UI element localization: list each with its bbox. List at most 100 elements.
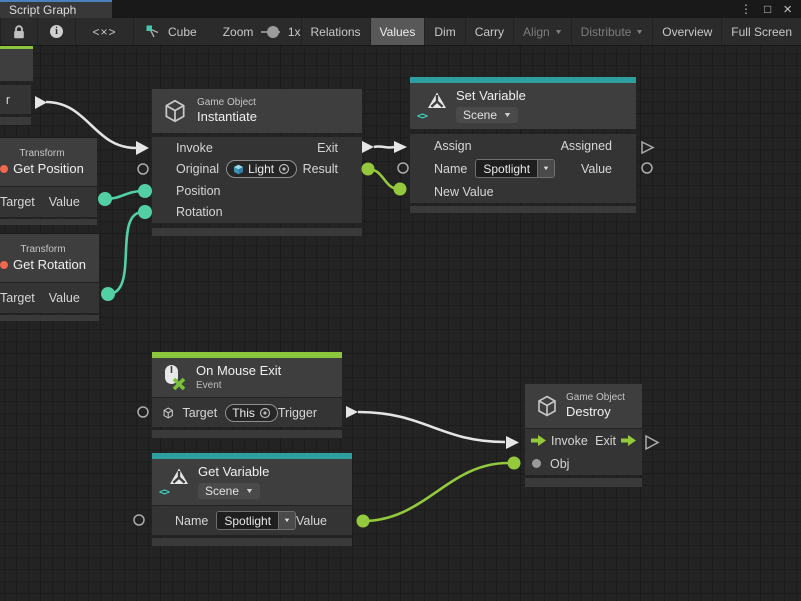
port-instantiate-position-in[interactable] — [138, 184, 152, 198]
object-picker-icon[interactable] — [259, 407, 271, 419]
port-destroy-exit-out[interactable] — [646, 436, 658, 449]
full-screen-button[interactable]: Full Screen — [722, 18, 801, 45]
port-instantiate-original-in[interactable] — [138, 164, 148, 174]
mouse-exit-icon — [160, 364, 187, 391]
port-getrotation-value-out[interactable] — [101, 287, 115, 301]
target-object-field[interactable]: This — [225, 404, 278, 422]
port-setvariable-assigned-out[interactable] — [642, 142, 653, 153]
port-label-result: Result — [303, 162, 338, 176]
original-object-field[interactable]: Light — [226, 160, 297, 178]
node-title: Get Rotation — [13, 257, 86, 273]
port-mouseexit-target-in[interactable] — [138, 407, 148, 417]
port-instantiate-exit-out[interactable] — [362, 141, 374, 153]
zoom-label: Zoom — [223, 25, 254, 39]
node-get-position[interactable]: Transform Get Position Target Value — [0, 138, 97, 225]
wire-getrotation-value-to-instantiate-rotation[interactable] — [108, 212, 143, 294]
port-instantiate-invoke-in[interactable] — [136, 141, 149, 155]
window-menu-icon[interactable]: ⋮ — [740, 3, 752, 15]
wire-instantiate-exit-to-setvariable-assign[interactable] — [374, 146, 394, 147]
node-footer — [0, 117, 31, 125]
node-title: Instantiate — [197, 109, 257, 125]
port-label-target: Target — [0, 291, 35, 305]
node-get-variable[interactable]: <> Get Variable Scene ▼ Name Spotlight ▼… — [152, 453, 352, 546]
node-instantiate[interactable]: Game Object Instantiate Invoke Exit Orig… — [152, 89, 362, 236]
lock-button[interactable] — [0, 18, 38, 45]
chevron-down-icon: ▼ — [503, 112, 512, 119]
port-label-position: Position — [176, 184, 220, 198]
node-title: On Mouse Exit — [196, 363, 281, 379]
variable-name-dropdown[interactable]: Spotlight ▼ — [475, 159, 555, 178]
port-label-name: Name — [175, 514, 208, 528]
tab-script-graph[interactable]: Script Graph — [0, 0, 112, 18]
code-view-button[interactable]: <×> — [76, 18, 134, 45]
port-getvariable-value-out[interactable] — [357, 515, 370, 528]
wire-instantiate-result-to-setvariable-newvalue[interactable] — [368, 169, 399, 189]
object-picker-icon[interactable] — [278, 163, 290, 175]
close-icon[interactable]: × — [783, 2, 792, 17]
node-footer — [152, 430, 342, 438]
node-title: Destroy — [566, 404, 625, 420]
port-setvariable-newvalue-in[interactable] — [394, 183, 407, 196]
port-instantiate-result-out[interactable] — [362, 163, 375, 176]
node-set-variable[interactable]: <> Set Variable Scene ▼ Assign Assigned … — [410, 77, 636, 213]
tab-title: Script Graph — [9, 3, 76, 17]
wire-getposition-value-to-instantiate-position[interactable] — [105, 191, 143, 199]
port-getvariable-name-in[interactable] — [134, 515, 144, 525]
port-label-value: Value — [49, 291, 80, 305]
node-title: Set Variable — [456, 88, 526, 104]
port-destroy-obj-in[interactable] — [508, 457, 521, 470]
port-destroy-invoke-in[interactable] — [506, 436, 519, 449]
variable-scope-dropdown[interactable]: Scene ▼ — [198, 483, 260, 499]
port-label-original: Original — [176, 162, 219, 176]
object-field-value: Light — [248, 162, 274, 176]
port-label-assign: Assign — [434, 139, 472, 153]
chevron-down-icon[interactable]: ▼ — [537, 160, 554, 177]
node-get-rotation[interactable]: Transform Get Rotation Target Value — [0, 234, 99, 321]
relations-button[interactable]: Relations — [301, 18, 371, 45]
node-category: Transform — [19, 147, 64, 160]
variable-scope-dropdown[interactable]: Scene ▼ — [456, 107, 518, 123]
overview-button[interactable]: Overview — [653, 18, 722, 45]
window-controls: ⋮ □ × — [740, 0, 801, 18]
port-setvariable-value-out[interactable] — [642, 163, 652, 173]
node-footer — [0, 219, 97, 225]
variable-icon: <> — [418, 91, 447, 121]
dim-button[interactable]: Dim — [425, 18, 465, 45]
zoom-slider-handle[interactable] — [267, 26, 279, 38]
maximize-icon[interactable]: □ — [764, 3, 771, 15]
variable-icon: <> — [160, 467, 189, 497]
flow-arrow-icon — [531, 435, 546, 446]
info-button[interactable]: i — [38, 18, 76, 45]
port-label-exit: Exit — [317, 141, 338, 155]
variable-name-dropdown[interactable]: Spotlight ▼ — [216, 511, 296, 530]
port-instantiate-rotation-in[interactable] — [138, 205, 152, 219]
node-offscreen-event-fragment[interactable]: r — [0, 46, 40, 127]
graph-breadcrumb[interactable]: Cube — [146, 18, 197, 45]
wire-mouseexit-trigger-to-destroy-invoke[interactable] — [358, 412, 505, 442]
carry-button[interactable]: Carry — [466, 18, 514, 45]
graph-icon — [146, 25, 162, 39]
port-label-invoke: Invoke — [551, 434, 588, 448]
node-destroy[interactable]: Game Object Destroy Invoke Exit Obj — [525, 384, 642, 487]
port-label-value: Value — [49, 195, 80, 209]
port-setvariable-name-in[interactable] — [398, 163, 408, 173]
port-mouseexit-trigger-out[interactable] — [346, 406, 358, 418]
node-title: Get Position — [13, 161, 84, 177]
node-footer — [0, 315, 99, 321]
node-category: Game Object — [197, 96, 257, 109]
zoom-slider[interactable] — [261, 31, 279, 33]
node-footer — [152, 538, 352, 546]
distribute-dropdown[interactable]: Distribute ▼ — [572, 18, 654, 45]
node-title: Get Variable — [198, 464, 269, 480]
wire-getvariable-value-to-destroy-obj[interactable] — [363, 463, 508, 521]
port-getposition-value-out[interactable] — [98, 192, 112, 206]
port-label-trigger: Trigger — [278, 406, 317, 420]
clipped-trigger-row: r — [0, 85, 31, 114]
chevron-down-icon[interactable]: ▼ — [278, 512, 295, 529]
port-setvariable-assign-in[interactable] — [394, 141, 407, 153]
node-on-mouse-exit[interactable]: On Mouse Exit Event Target This — [152, 352, 342, 438]
port-label-obj: Obj — [550, 457, 569, 471]
values-button[interactable]: Values — [371, 18, 426, 45]
align-dropdown[interactable]: Align ▼ — [514, 18, 572, 45]
graph-canvas[interactable]: r Transform Get Position Target Value Tr… — [0, 46, 801, 601]
